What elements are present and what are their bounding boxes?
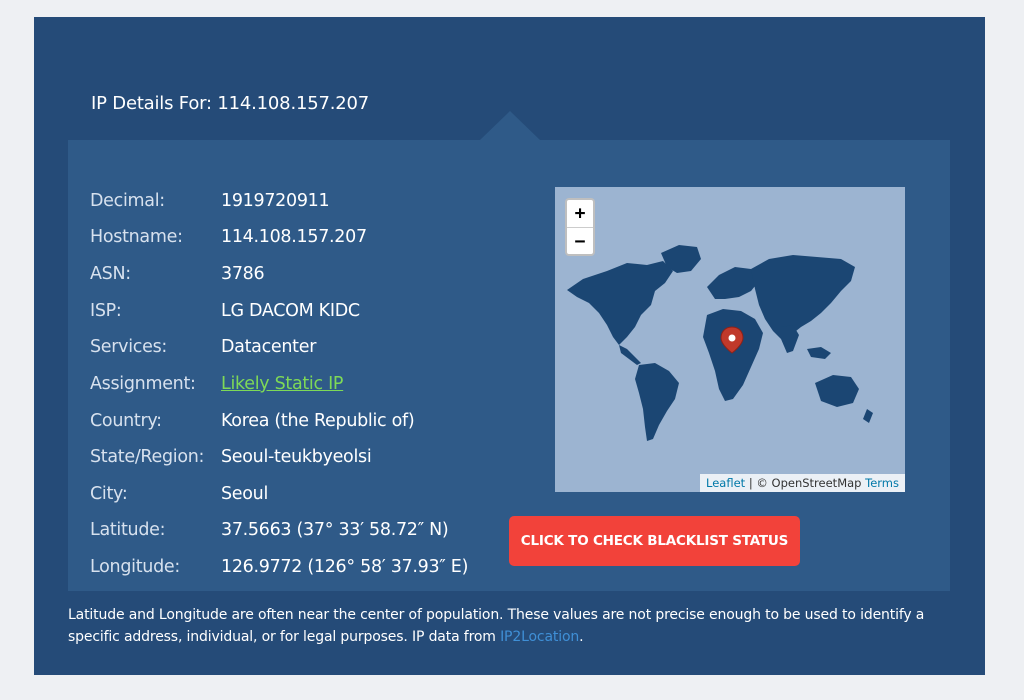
panel-pointer — [480, 111, 540, 140]
detail-label: Decimal: — [90, 191, 165, 211]
detail-label: Assignment: — [90, 374, 196, 394]
ip2location-link[interactable]: IP2Location — [500, 629, 579, 645]
terms-link[interactable]: Terms — [865, 476, 899, 490]
map-attribution: Leaflet | © OpenStreetMap Terms — [700, 474, 905, 492]
detail-label: Services: — [90, 337, 167, 357]
accuracy-disclaimer: Latitude and Longitude are often near th… — [68, 604, 948, 648]
detail-value: 37.5663 (37° 33′ 58.72″ N) — [221, 520, 449, 540]
assignment-link[interactable]: Likely Static IP — [221, 374, 343, 394]
detail-value: Seoul-teukbyeolsi — [221, 447, 372, 467]
disclaimer-end: . — [579, 629, 584, 645]
detail-label: State/Region: — [90, 447, 205, 467]
detail-label: Longitude: — [90, 557, 180, 577]
page-title: IP Details For: 114.108.157.207 — [91, 93, 369, 114]
zoom-out-button[interactable]: − — [567, 228, 593, 255]
attribution-text: | © OpenStreetMap — [745, 476, 866, 490]
detail-label: ISP: — [90, 301, 122, 321]
detail-label: Hostname: — [90, 227, 183, 247]
disclaimer-text: Latitude and Longitude are often near th… — [68, 607, 925, 645]
zoom-in-button[interactable]: + — [567, 200, 593, 228]
details-panel: Decimal: 1919720911 Hostname: 114.108.15… — [68, 140, 950, 591]
world-map — [555, 187, 905, 492]
detail-value: 114.108.157.207 — [221, 227, 367, 247]
detail-label: Country: — [90, 411, 162, 431]
detail-value: 3786 — [221, 264, 265, 284]
detail-label: City: — [90, 484, 128, 504]
location-map[interactable]: + − Leaflet | © OpenStreetMap Terms — [555, 187, 905, 492]
check-blacklist-button[interactable]: CLICK TO CHECK BLACKLIST STATUS — [509, 516, 800, 566]
detail-value: LG DACOM KIDC — [221, 301, 360, 321]
detail-value: 1919720911 — [221, 191, 330, 211]
detail-label: ASN: — [90, 264, 131, 284]
detail-value: Seoul — [221, 484, 269, 504]
detail-value: Korea (the Republic of) — [221, 411, 415, 431]
detail-value: Datacenter — [221, 337, 317, 357]
detail-value: 126.9772 (126° 58′ 37.93″ E) — [221, 557, 469, 577]
zoom-control: + − — [565, 198, 595, 256]
ip-details-card: IP Details For: 114.108.157.207 Decimal:… — [34, 17, 985, 675]
detail-label: Latitude: — [90, 520, 166, 540]
leaflet-link[interactable]: Leaflet — [706, 476, 745, 490]
